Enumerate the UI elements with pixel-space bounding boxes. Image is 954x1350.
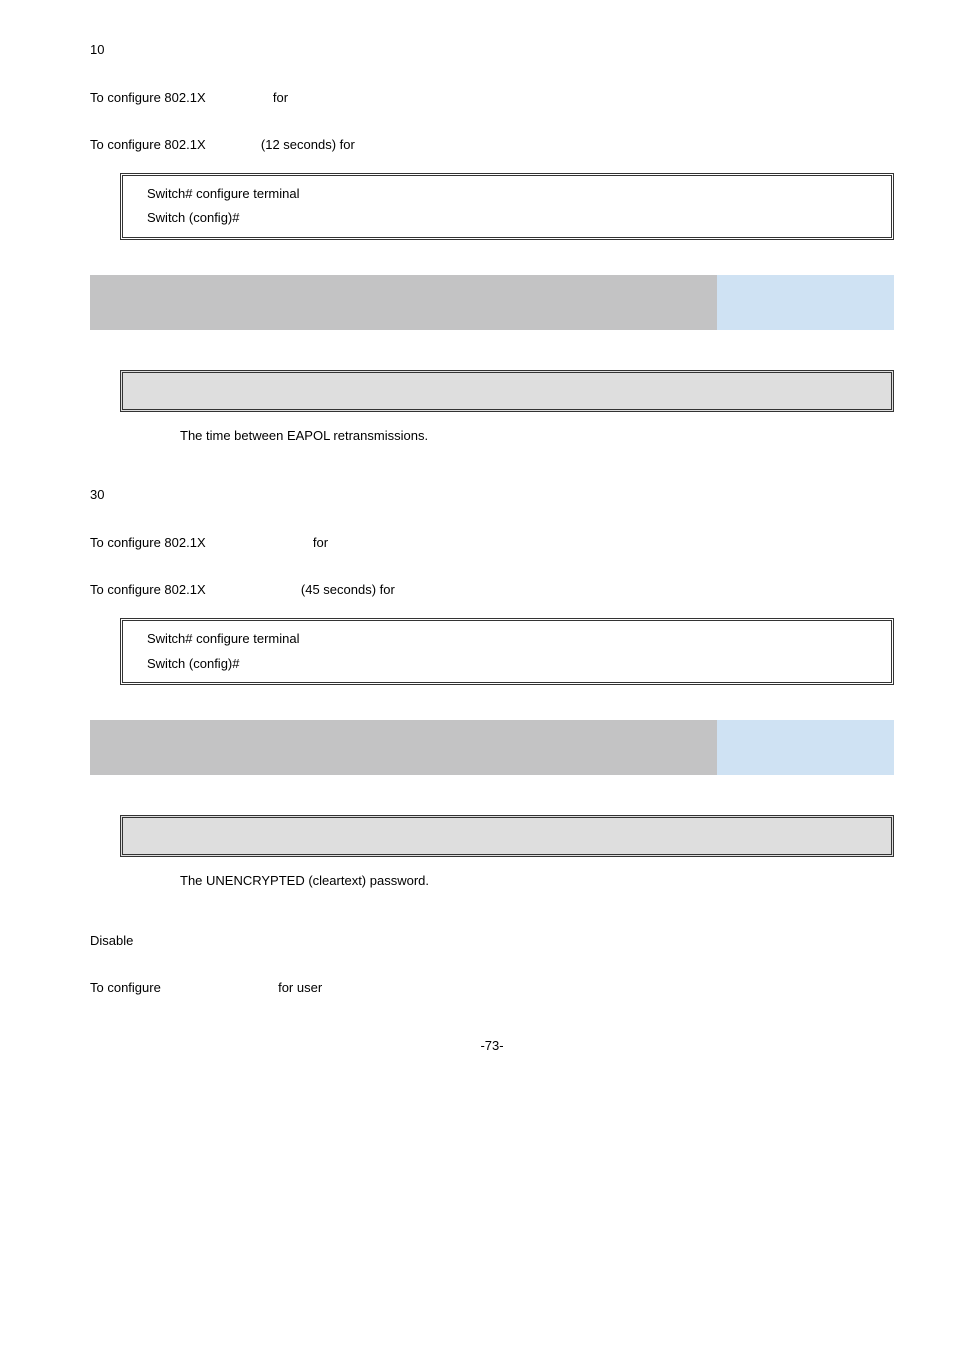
code-example-box: Switch# configure terminal Switch (confi…: [120, 618, 894, 685]
code-line: Switch# configure terminal: [147, 627, 879, 652]
text-fragment: for user: [278, 980, 322, 995]
text-fragment: To configure 802.1X: [90, 90, 206, 105]
syntax-box: [120, 815, 894, 857]
code-line: Switch# configure terminal: [147, 182, 879, 207]
text-fragment: for: [313, 535, 328, 550]
code-line: Switch (config)#: [147, 652, 879, 677]
section-divider: [90, 720, 894, 775]
value-text: 30: [90, 485, 894, 505]
text-fragment: To configure 802.1X: [90, 582, 206, 597]
config-text: To configure 802.1X (12 seconds) for: [90, 135, 894, 155]
text-fragment: for: [273, 90, 288, 105]
value-text: 10: [90, 40, 894, 60]
section-divider: [90, 275, 894, 330]
description-text: The UNENCRYPTED (cleartext) password.: [180, 871, 894, 891]
config-text: To configure for user: [90, 978, 894, 998]
text-fragment: To configure: [90, 980, 161, 995]
text-fragment: To configure 802.1X: [90, 137, 206, 152]
config-text: To configure 802.1X for: [90, 533, 894, 553]
text-fragment: (12 seconds) for: [261, 137, 355, 152]
syntax-box: [120, 370, 894, 412]
config-text: To configure 802.1X for: [90, 88, 894, 108]
code-line: Switch (config)#: [147, 206, 879, 231]
text-fragment: (45 seconds) for: [301, 582, 395, 597]
page-number: -73-: [90, 1038, 894, 1053]
text-fragment: To configure 802.1X: [90, 535, 206, 550]
config-text: To configure 802.1X (45 seconds) for: [90, 580, 894, 600]
description-text: The time between EAPOL retransmissions.: [180, 426, 894, 446]
code-example-box: Switch# configure terminal Switch (confi…: [120, 173, 894, 240]
value-text: Disable: [90, 931, 894, 951]
